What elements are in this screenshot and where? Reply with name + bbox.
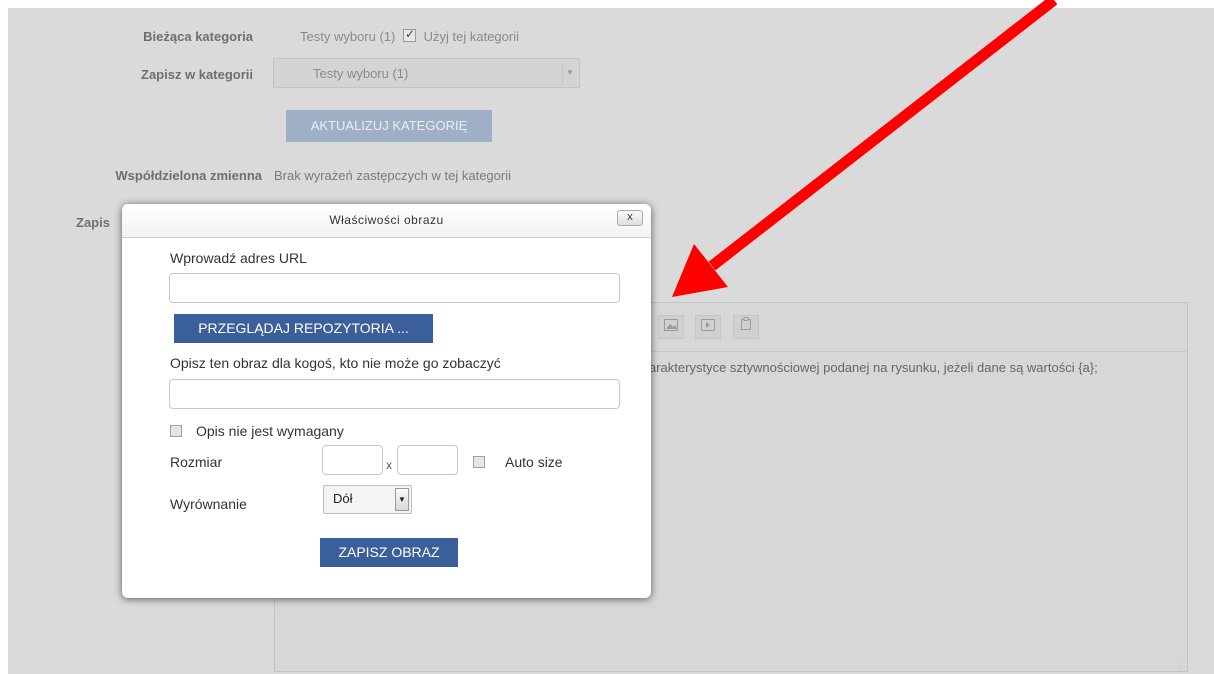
arrow-shaft	[708, 0, 1058, 271]
red-arrow-icon	[672, 0, 1058, 297]
arrow-head	[672, 244, 728, 297]
